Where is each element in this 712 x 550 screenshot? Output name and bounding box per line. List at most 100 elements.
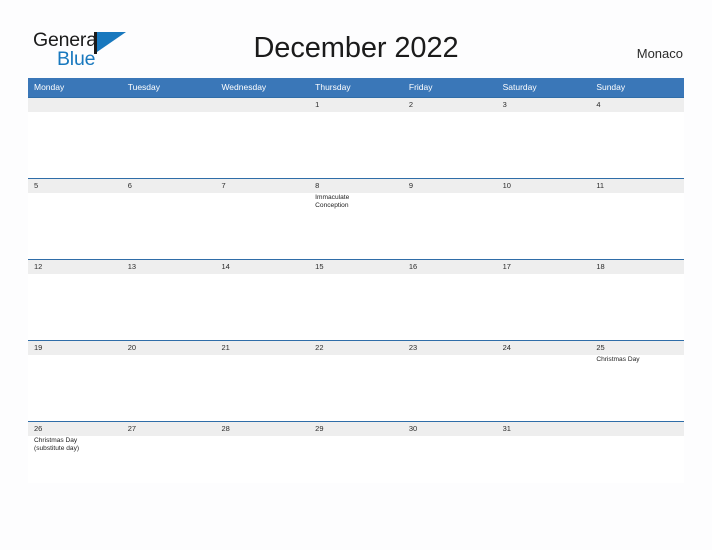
day-number[interactable]: 31 [497,422,591,436]
week-event-area: Christmas Day [28,355,684,421]
day-number[interactable]: 12 [28,260,122,274]
day-number[interactable]: 28 [215,422,309,436]
week-date-strip: 19 20 21 22 23 24 25 [28,341,684,355]
day-cell[interactable] [590,112,684,178]
day-number[interactable]: 24 [497,341,591,355]
day-number[interactable]: 16 [403,260,497,274]
day-cell[interactable] [215,355,309,421]
day-cell[interactable] [403,112,497,178]
day-cell[interactable] [309,355,403,421]
day-cell[interactable] [122,112,216,178]
day-number[interactable]: 10 [497,179,591,193]
weekday-header-thursday: Thursday [315,82,351,92]
day-cell[interactable] [590,193,684,259]
day-cell[interactable] [590,436,684,483]
day-cell[interactable] [497,274,591,340]
day-cell[interactable] [28,355,122,421]
day-cell[interactable] [590,274,684,340]
day-number[interactable]: 1 [309,98,403,112]
day-cell[interactable] [122,436,216,483]
week-row: 26 27 28 29 30 31 Christmas Day (substit… [28,421,684,483]
day-number[interactable]: 22 [309,341,403,355]
calendar-grid: Monday Tuesday Wednesday Thursday Friday… [28,78,684,483]
day-number[interactable]: 29 [309,422,403,436]
week-event-area [28,274,684,340]
calendar-page: General Blue December 2022 Monaco Monday… [0,0,712,550]
weekday-header-wednesday: Wednesday [221,82,267,92]
day-number[interactable]: 30 [403,422,497,436]
day-cell[interactable] [122,193,216,259]
day-cell[interactable] [28,193,122,259]
day-event-text: Christmas Day (substitute day) [34,437,80,453]
day-number[interactable]: 27 [122,422,216,436]
day-cell[interactable] [497,112,591,178]
day-cell[interactable] [403,355,497,421]
week-date-strip: 12 13 14 15 16 17 18 [28,260,684,274]
day-number[interactable]: 19 [28,341,122,355]
day-cell[interactable] [215,274,309,340]
day-cell[interactable] [497,193,591,259]
day-number[interactable] [215,98,309,112]
day-cell[interactable] [403,274,497,340]
day-number[interactable]: 5 [28,179,122,193]
day-number[interactable] [28,98,122,112]
day-number[interactable]: 7 [215,179,309,193]
day-number[interactable]: 14 [215,260,309,274]
day-cell[interactable]: Christmas Day (substitute day) [28,436,122,483]
day-cell[interactable] [309,274,403,340]
day-number[interactable] [590,422,684,436]
week-date-strip: 1 2 3 4 [28,98,684,112]
week-date-strip: 5 6 7 8 9 10 11 [28,179,684,193]
weekday-header-friday: Friday [408,82,433,92]
location-label: Monaco [636,46,683,61]
day-number[interactable]: 15 [309,260,403,274]
day-cell[interactable] [215,193,309,259]
day-number[interactable]: 8 [309,179,403,193]
day-cell[interactable] [309,112,403,178]
day-number[interactable]: 20 [122,341,216,355]
day-cell[interactable] [497,436,591,483]
day-cell[interactable] [28,112,122,178]
day-number[interactable]: 13 [122,260,216,274]
day-cell[interactable] [215,112,309,178]
day-number[interactable] [122,98,216,112]
day-number[interactable]: 11 [590,179,684,193]
weekday-header-monday: Monday [34,82,65,92]
day-cell[interactable]: Christmas Day [590,355,684,421]
week-event-area [28,112,684,178]
page-title: December 2022 [253,32,459,64]
day-cell[interactable] [497,355,591,421]
weekday-header-tuesday: Tuesday [127,82,161,92]
day-number[interactable]: 23 [403,341,497,355]
week-date-strip: 26 27 28 29 30 31 [28,422,684,436]
weekday-header-saturday: Saturday [502,82,537,92]
day-number[interactable]: 4 [590,98,684,112]
day-cell[interactable] [403,436,497,483]
week-event-area: Immaculate Conception [28,193,684,259]
day-event-text: Christmas Day [596,356,640,363]
day-cell[interactable] [122,355,216,421]
day-number[interactable]: 18 [590,260,684,274]
day-number[interactable]: 21 [215,341,309,355]
day-event-text: Immaculate Conception [315,194,350,210]
weekday-header-sunday: Sunday [596,82,626,92]
day-cell[interactable] [215,436,309,483]
day-cell[interactable] [403,193,497,259]
day-number[interactable]: 3 [497,98,591,112]
page-header: General Blue December 2022 Monaco [0,0,712,78]
day-number[interactable]: 2 [403,98,497,112]
day-number[interactable]: 25 [590,341,684,355]
day-cell[interactable] [122,274,216,340]
week-row: 12 13 14 15 16 17 18 [28,259,684,340]
day-cell[interactable]: Immaculate Conception [309,193,403,259]
day-number[interactable]: 9 [403,179,497,193]
day-cell[interactable] [309,436,403,483]
day-cell[interactable] [28,274,122,340]
day-number[interactable]: 17 [497,260,591,274]
weekday-header-row: Monday Tuesday Wednesday Thursday Friday… [28,78,684,97]
day-number[interactable]: 26 [28,422,122,436]
week-row: 5 6 7 8 9 10 11 Immaculate Conception [28,178,684,259]
week-event-area: Christmas Day (substitute day) [28,436,684,483]
day-number[interactable]: 6 [122,179,216,193]
week-row: 1 2 3 4 [28,97,684,178]
